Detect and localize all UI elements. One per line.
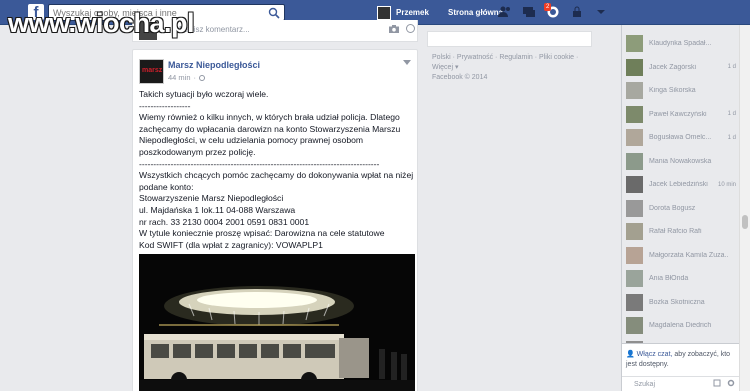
post-meta: 44 min · (168, 73, 206, 82)
copyright: Facebook © 2014 (432, 74, 488, 81)
emoticon-icon[interactable] (406, 24, 415, 33)
chat-friend-name: Mania Nowakowska (649, 157, 712, 165)
chat-friend-time: 1 d (727, 111, 736, 117)
camera-icon[interactable] (389, 25, 399, 33)
avatar (626, 293, 643, 311)
gear-icon[interactable] (727, 379, 735, 387)
search-icon[interactable] (268, 7, 280, 19)
chat-status-text: 👤 Włącz czat, aby zobaczyć, kto jest dos… (626, 351, 731, 368)
lock-icon[interactable] (570, 5, 584, 19)
avatar (626, 129, 643, 146)
right-column-box (427, 31, 592, 47)
chat-friend-item[interactable]: Dorota Bogusz (622, 196, 740, 221)
watermark: www.wiocha.pl (8, 8, 195, 38)
globe-icon (199, 74, 206, 81)
chat-friend-time: 10 min (717, 181, 736, 188)
chat-icon: 👤 (626, 351, 637, 358)
chat-friend-item[interactable]: Bożka Skotnicżna (622, 290, 740, 315)
chat-friend-item[interactable]: Mania Nowakowska (622, 149, 740, 174)
chat-friend-time: 1 d (727, 134, 736, 141)
footer-link-privacy[interactable]: Prywatność (457, 54, 493, 61)
avatar (626, 82, 643, 99)
post-text: Takich sytuacji było wczoraj wiele. ----… (139, 89, 414, 250)
friends-icon[interactable] (498, 5, 512, 19)
chat-friend-name: Małgorzata Kamila Zuza... (649, 251, 729, 259)
footer-link-cookies[interactable]: Pliki cookie (539, 54, 574, 61)
notification-badge: 2 (544, 3, 552, 11)
chat-friend-item[interactable]: Ania BłOnda (622, 266, 740, 291)
chat-friend-name: Jacek Zagórski (649, 63, 697, 71)
scrollbar-thumb[interactable] (742, 215, 748, 229)
chat-friend-item[interactable]: Klaudynka Spadał... (622, 31, 740, 56)
avatar (626, 223, 643, 240)
chat-friend-item[interactable]: Bogusława Omelc... 1 d (622, 125, 740, 150)
chat-tools (713, 379, 735, 387)
footer-link-language[interactable]: Polski (432, 54, 451, 61)
chat-friend-item[interactable]: Jacek Zagórski 1 d (622, 55, 740, 80)
chat-friend-name: Klaudynka Spadał... (649, 40, 712, 47)
chat-sidebar: Klaudynka Spadał... Jacek Zagórski 1 d King… (621, 25, 739, 391)
chat-friend-name: Bożka Skotnicżna (649, 298, 705, 306)
chat-compose-icon[interactable] (713, 379, 721, 387)
avatar (626, 35, 643, 52)
avatar (626, 317, 643, 334)
post-time[interactable]: 44 min (168, 73, 191, 82)
enable-chat-link[interactable]: Włącz czat, (637, 351, 673, 358)
avatar (626, 105, 643, 123)
chat-friend-name: Rafał Rafcio Rafi (649, 228, 702, 235)
chat-friend-item[interactable]: Magdalena Diedrich (622, 313, 740, 338)
chat-friend-name: Kinga Sikorska (649, 87, 696, 94)
chat-friend-item[interactable]: Rafał Rafcio Rafi (622, 219, 740, 244)
chat-friend-item[interactable]: Paweł Kawczyński 1 d (622, 102, 740, 127)
chat-friend-time: 1 d (727, 64, 736, 70)
chat-friend-name: Bogusława Omelc... (649, 134, 712, 141)
home-link[interactable]: Strona główna (448, 8, 503, 17)
chat-footer: 👤 Włącz czat, aby zobaczyć, kto jest dos… (621, 343, 740, 391)
messages-icon[interactable] (522, 5, 536, 19)
chat-friend-name: Magdalena Diedrich (649, 322, 712, 329)
avatar (377, 5, 391, 20)
footer-links: Polski · Prywatność · Regulamin · Pliki … (432, 54, 579, 81)
chevron-down-icon[interactable] (403, 60, 411, 66)
settings-icon[interactable] (594, 5, 608, 19)
avatar (626, 176, 643, 193)
avatar (626, 246, 643, 264)
chat-friend-name: Ania BłOnda (649, 275, 689, 282)
post-photo[interactable] (139, 254, 415, 391)
scrollbar[interactable] (739, 25, 750, 391)
top-icons (498, 5, 608, 19)
user-name: Przemek (396, 8, 429, 17)
avatar (626, 199, 643, 217)
page-avatar[interactable]: marsz (139, 59, 164, 84)
chat-friend-item[interactable]: Kinga Sikorska (622, 78, 740, 103)
avatar (626, 270, 643, 287)
avatar (626, 152, 643, 170)
profile-link[interactable]: Przemek (377, 5, 429, 20)
chat-friend-item[interactable]: Małgorzata Kamila Zuza... (622, 243, 740, 268)
footer-link-terms[interactable]: Regulamin (499, 54, 532, 61)
footer-link-more[interactable]: Więcej (432, 64, 453, 71)
chat-friend-name: Dorota Bogusz (649, 204, 696, 212)
avatar (626, 58, 643, 76)
chat-friend-item[interactable]: Jacek Lebiedziński 10 min (622, 172, 740, 197)
post-author[interactable]: Marsz Niepodległości (168, 60, 260, 70)
post-card: marsz Marsz Niepodległości 44 min · Taki… (132, 49, 418, 391)
chat-friend-name: Paweł Kawczyński (649, 110, 707, 118)
